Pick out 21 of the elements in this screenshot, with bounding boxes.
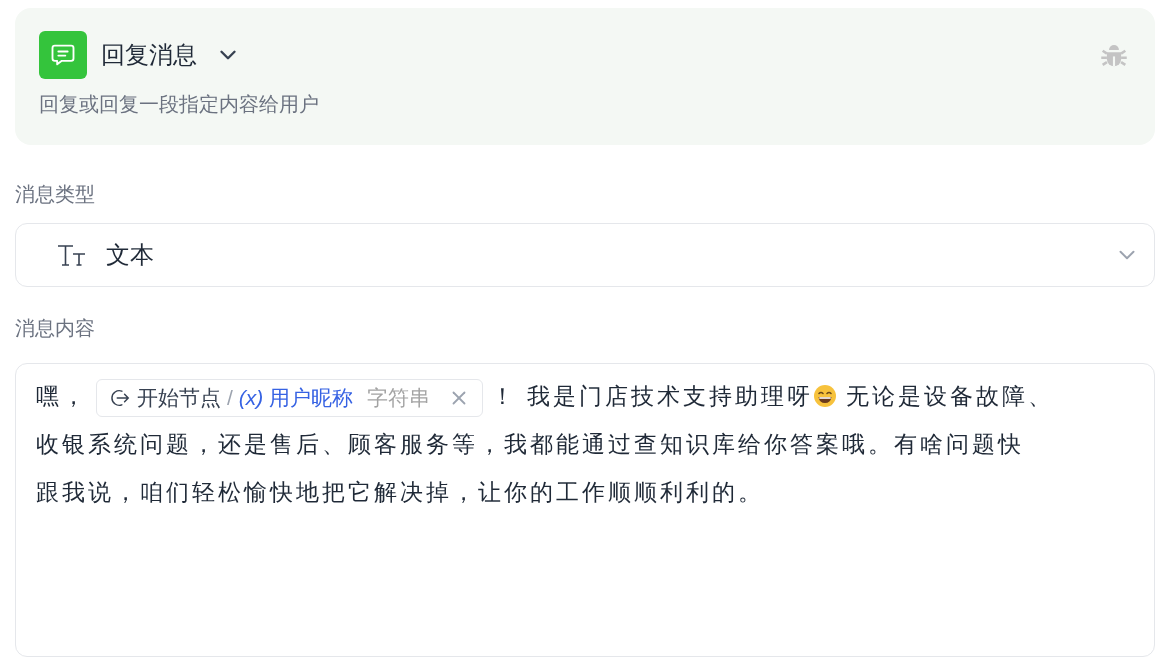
path-separator: / bbox=[227, 387, 233, 409]
node-description: 回复或回复一段指定内容给用户 bbox=[39, 92, 320, 117]
select-value: 文本 bbox=[106, 240, 154, 270]
message-text: 无论是设备故障、 bbox=[845, 383, 1055, 409]
field-label: 消息内容 bbox=[15, 316, 96, 341]
variable-name: 用户昵称 bbox=[269, 387, 354, 409]
field-label: 消息类型 bbox=[15, 182, 96, 207]
message-content-editor[interactable]: 嘿， 开始节点 / (x) 用户昵称 字符串 ！ 我是门店技术支持助理呀 无论是设备故障、 收银系统问题，还是售后、顾客服务等，我都能通过查知识库给你答案哦。有啥问题快 跟我说，咱们轻松愉快地把它解决掉，让你的工作顺顺利利的。 bbox=[15, 363, 1155, 657]
message-text: 收银系统问题，还是售后、顾客服务等，我都能通过查知识库给你答案哦。有啥问题快 bbox=[36, 431, 1024, 457]
variable-type: 字符串 bbox=[367, 387, 431, 409]
chat-bubble-icon bbox=[39, 31, 87, 79]
text-type-icon bbox=[56, 242, 88, 268]
node-name: 开始节点 bbox=[137, 387, 221, 409]
message-text: 嘿， bbox=[36, 383, 88, 409]
message-text: ！ 我是门店技术支持助理呀 bbox=[491, 383, 813, 409]
smiley-icon bbox=[812, 384, 837, 408]
message-text: 跟我说，咱们轻松愉快地把它解决掉，让你的工作顺顺利利的。 bbox=[36, 479, 764, 505]
variable-tag[interactable]: 开始节点 / (x) 用户昵称 字符串 bbox=[96, 378, 484, 417]
node-title: 回复消息 bbox=[101, 40, 197, 70]
message-type-select[interactable]: 文本 bbox=[15, 223, 1155, 287]
variable-symbol: (x) bbox=[238, 387, 264, 409]
